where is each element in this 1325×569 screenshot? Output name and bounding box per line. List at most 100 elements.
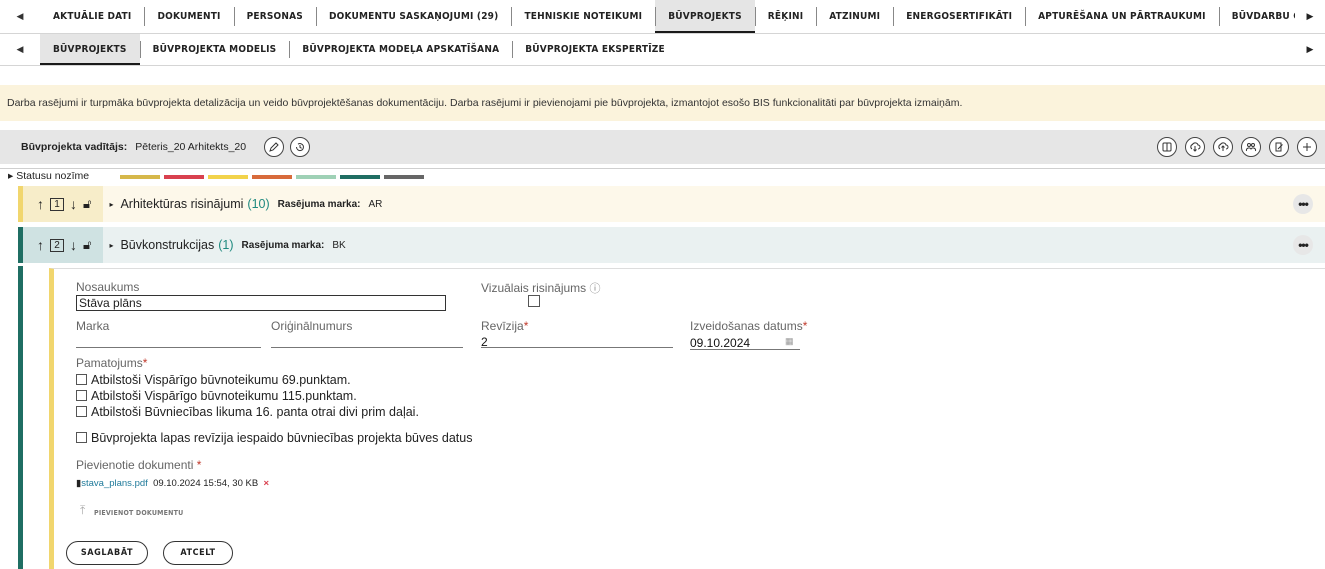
add-document-button[interactable]: PIEVIENOT DOKUMENTU [94,509,183,517]
users-icon[interactable] [1241,137,1261,157]
cancel-button[interactable]: ATCELT [163,541,233,565]
upload-cloud-icon[interactable] [1213,137,1233,157]
unlock-icon[interactable]: 🔓︎ [83,196,91,212]
more-options-icon[interactable]: ••• [1293,235,1313,255]
marka-label: Marka [76,319,110,333]
marka-input[interactable] [76,347,261,348]
remove-file-icon[interactable]: × [263,478,269,489]
name-input[interactable]: Stāva plāns [76,295,446,311]
tabs-scroll-right-icon[interactable]: ▶ [1295,0,1325,33]
tab-3[interactable]: DOKUMENTU SASKAŅOJUMI (29) [315,0,511,33]
main-tabs: ◀ AKTUĀLIE DATI DOKUMENTI PERSONAS DOKUMENT… [0,0,1325,34]
more-options-icon[interactable]: ••• [1293,194,1313,214]
subtab-1[interactable]: BŪVPROJEKTA MODELIS [139,34,290,65]
history-icon[interactable] [290,137,311,157]
section-panel: Nosaukums Stāva plāns Vizuālais risināju… [18,266,1325,569]
tab-9[interactable]: APTURĒŠANA UN PĀRTRAUKUMI [1025,0,1219,33]
move-up-icon[interactable]: ↑ [37,237,44,253]
subtab-3[interactable]: BŪVPROJEKTA EKSPERTĪZE [512,34,678,65]
section-title[interactable]: Būvkonstrukcijas [120,238,214,252]
mark-label: Rasējuma marka: [277,198,361,210]
status-legend[interactable]: ▸ Statusu nozīme [0,168,1325,183]
date-input[interactable]: 09.10.2024 [690,336,750,350]
tab-1[interactable]: DOKUMENTI [144,0,233,33]
basis-option[interactable]: Atbilstoši Vispārīgo būvnoteikumu 69.pun… [76,373,351,387]
manager-value: Pēteris_20 Arhitekts_20 [135,141,247,153]
save-button[interactable]: SAGLABĀT [66,541,148,565]
download-cloud-icon[interactable] [1185,137,1205,157]
order-number[interactable]: 1 [50,197,64,211]
date-underline [690,349,800,350]
basis-option[interactable]: Atbilstoši Būvniecības likuma 16. panta … [76,405,419,419]
basis-option[interactable]: Atbilstoši Vispārīgo būvnoteikumu 115.pu… [76,389,357,403]
status-color-swatch [120,175,160,179]
edit-pencil-icon[interactable] [264,137,285,157]
move-down-icon[interactable]: ↓ [70,196,77,212]
status-color-swatch [252,175,292,179]
subtabs-scroll-right-icon[interactable]: ▶ [1295,34,1325,65]
split-view-icon[interactable] [1157,137,1177,157]
visual-label: Vizuālais risinājums ⓘ [481,281,601,295]
mark-label: Rasējuma marka: [241,239,325,251]
name-label: Nosaukums [76,280,140,294]
visual-checkbox[interactable] [528,295,540,307]
subtab-0[interactable]: BŪVPROJEKTS [40,34,140,65]
mark-value: BK [332,239,346,251]
expand-caret-icon[interactable]: ▸ [109,200,113,209]
edit-document-icon[interactable] [1269,137,1289,157]
checkbox[interactable] [76,390,87,401]
subtab-2[interactable]: BŪVPROJEKTA MODEĻA APSKATĪŠANA [289,34,512,65]
tab-4[interactable]: TEHNISKIE NOTEIKUMI [511,0,655,33]
toolbar [1157,137,1317,157]
section-row: ↑ 1 ↓ 🔓︎ ▸ Arhitektūras risinājumi (10) … [18,186,1325,222]
checkbox[interactable] [76,432,87,443]
status-color-swatch [296,175,336,179]
status-legend-label[interactable]: ▸ Statusu nozīme [8,170,89,182]
tab-2[interactable]: PERSONAS [233,0,316,33]
mark-value: AR [368,198,383,210]
tabs-scroll-left-icon[interactable]: ◀ [0,0,40,33]
attached-file: ▮stava_plans.pdf 09.10.2024 15:54, 30 KB… [76,478,269,489]
tab-10[interactable]: BŪVDARBU GAITA [1218,0,1295,33]
checkbox[interactable] [76,406,87,417]
move-down-icon[interactable]: ↓ [70,237,77,253]
documents-label: Pievienotie dokumenti * [76,458,202,472]
manager-bar: Būvprojekta vadītājs: Pēteris_20 Arhitek… [0,130,1325,164]
section-count: (1) [218,238,234,252]
section-title[interactable]: Arhitektūras risinājumi [120,197,243,211]
section-count: (10) [247,197,270,211]
original-number-input[interactable] [271,347,463,348]
revision-impact-option[interactable]: Būvprojekta lapas revīzija iespaido būvn… [76,431,472,445]
tab-8[interactable]: ENERGOSERTIFIKĀTI [893,0,1025,33]
status-color-swatch [340,175,380,179]
manager-label: Būvprojekta vadītājs: [21,141,128,153]
expand-caret-icon[interactable]: ▸ [109,241,113,250]
upload-icon[interactable]: ⤒ [80,503,85,518]
drawing-form: Nosaukums Stāva plāns Vizuālais risināju… [49,268,1325,569]
section-row: ↑ 2 ↓ 🔓︎ ▸ Būvkonstrukcijas (1) Rasējuma… [18,227,1325,263]
tab-5[interactable]: BŪVPROJEKTS [655,0,755,33]
info-icon[interactable]: ⓘ [590,283,601,295]
section-controls: ↑ 1 ↓ 🔓︎ [23,186,104,222]
unlock-icon[interactable]: 🔓︎ [83,237,91,253]
file-link[interactable]: stava_plans.pdf [81,478,148,489]
calendar-icon[interactable]: ▦ [785,336,794,347]
original-number-label: Oriģinālnumurs [271,319,353,333]
info-banner: Darba rasējumi ir turpmāka būvprojekta d… [0,85,1325,121]
file-meta: 09.10.2024 15:54, 30 KB [153,478,259,489]
checkbox[interactable] [76,374,87,385]
order-number[interactable]: 2 [50,238,64,252]
basis-label: Pamatojums* [76,356,148,370]
tab-7[interactable]: ATZINUMI [816,0,893,33]
tab-0[interactable]: AKTUĀLIE DATI [40,0,144,33]
move-up-icon[interactable]: ↑ [37,196,44,212]
tab-6[interactable]: RĒĶINI [754,0,816,33]
add-icon[interactable] [1297,137,1317,157]
status-color-swatch [208,175,248,179]
sub-tabs: ◀ BŪVPROJEKTS BŪVPROJEKTA MODELIS BŪVPROJE… [0,34,1325,66]
revision-label: Revīzija* [481,319,529,333]
info-text: Darba rasējumi ir turpmāka būvprojekta d… [7,97,963,109]
section-controls: ↑ 2 ↓ 🔓︎ [23,227,104,263]
revision-underline [481,347,673,348]
subtabs-scroll-left-icon[interactable]: ◀ [0,34,40,65]
